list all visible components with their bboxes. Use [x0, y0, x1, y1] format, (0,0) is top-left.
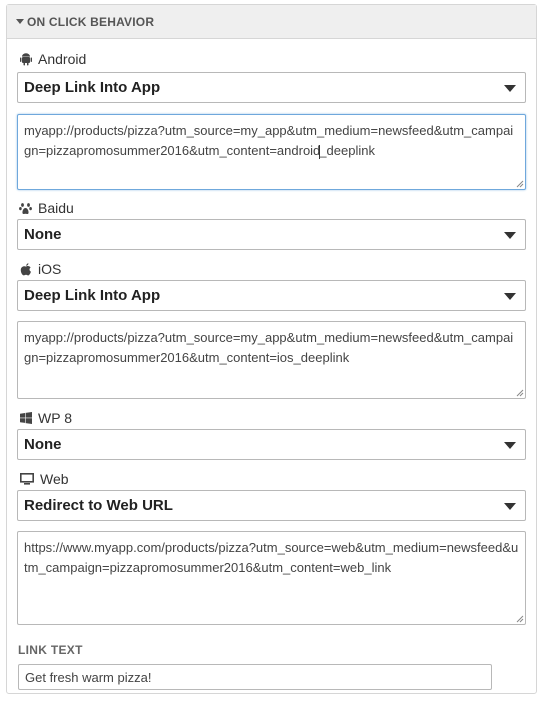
dropdown-arrow-icon: [504, 293, 516, 300]
paw-icon: [19, 202, 32, 215]
android-label: Android: [19, 50, 86, 68]
link-text-value: Get fresh warm pizza!: [25, 669, 152, 685]
android-url-textarea[interactable]: myapp://products/pizza?utm_source=my_app…: [17, 114, 526, 190]
ios-action-select[interactable]: Deep Link Into App: [17, 280, 526, 311]
ios-label: iOS: [19, 260, 61, 278]
web-action-select[interactable]: Redirect to Web URL: [17, 490, 526, 521]
baidu-action-select[interactable]: None: [17, 219, 526, 250]
baidu-label-text: Baidu: [38, 200, 74, 216]
section-title: ON CLICK BEHAVIOR: [27, 14, 155, 29]
section-header[interactable]: ON CLICK BEHAVIOR: [7, 5, 536, 39]
link-text-input[interactable]: Get fresh warm pizza!: [18, 664, 492, 690]
apple-icon: [19, 262, 32, 276]
caret-down-icon: [16, 19, 24, 24]
android-icon: [19, 52, 32, 66]
baidu-label: Baidu: [19, 199, 74, 217]
web-url-text: https://www.myapp.com/products/pizza?utm…: [24, 540, 519, 575]
link-text-label: LINK TEXT: [18, 643, 83, 657]
dropdown-arrow-icon: [504, 85, 516, 92]
android-action-value: Deep Link Into App: [24, 79, 161, 96]
ios-action-value: Deep Link Into App: [24, 287, 161, 304]
android-label-text: Android: [38, 51, 87, 67]
monitor-icon: [19, 473, 34, 486]
wp8-action-value: None: [24, 436, 62, 453]
windows-icon: [19, 412, 32, 425]
resize-grip-icon[interactable]: [516, 180, 524, 188]
ios-label-text: iOS: [38, 261, 62, 277]
wp8-label-text: WP 8: [38, 410, 72, 426]
wp8-action-select[interactable]: None: [17, 429, 526, 460]
dropdown-arrow-icon: [504, 442, 516, 449]
web-label: Web: [19, 470, 69, 488]
android-action-select[interactable]: Deep Link Into App: [17, 72, 526, 103]
wp8-label: WP 8: [19, 409, 72, 427]
resize-grip-icon[interactable]: [516, 615, 524, 623]
android-url-text-tail: _deeplink: [319, 143, 375, 158]
resize-grip-icon[interactable]: [516, 389, 524, 397]
web-url-textarea[interactable]: https://www.myapp.com/products/pizza?utm…: [17, 531, 526, 625]
web-label-text: Web: [40, 471, 69, 487]
baidu-action-value: None: [24, 226, 62, 243]
dropdown-arrow-icon: [504, 232, 516, 239]
ios-url-text: myapp://products/pizza?utm_source=my_app…: [24, 330, 514, 365]
android-url-text: myapp://products/pizza?utm_source=my_app…: [24, 123, 514, 158]
web-action-value: Redirect to Web URL: [24, 497, 173, 514]
dropdown-arrow-icon: [504, 503, 516, 510]
on-click-behavior-panel: ON CLICK BEHAVIOR Android Deep Link Into…: [6, 4, 537, 694]
ios-url-textarea[interactable]: myapp://products/pizza?utm_source=my_app…: [17, 321, 526, 399]
